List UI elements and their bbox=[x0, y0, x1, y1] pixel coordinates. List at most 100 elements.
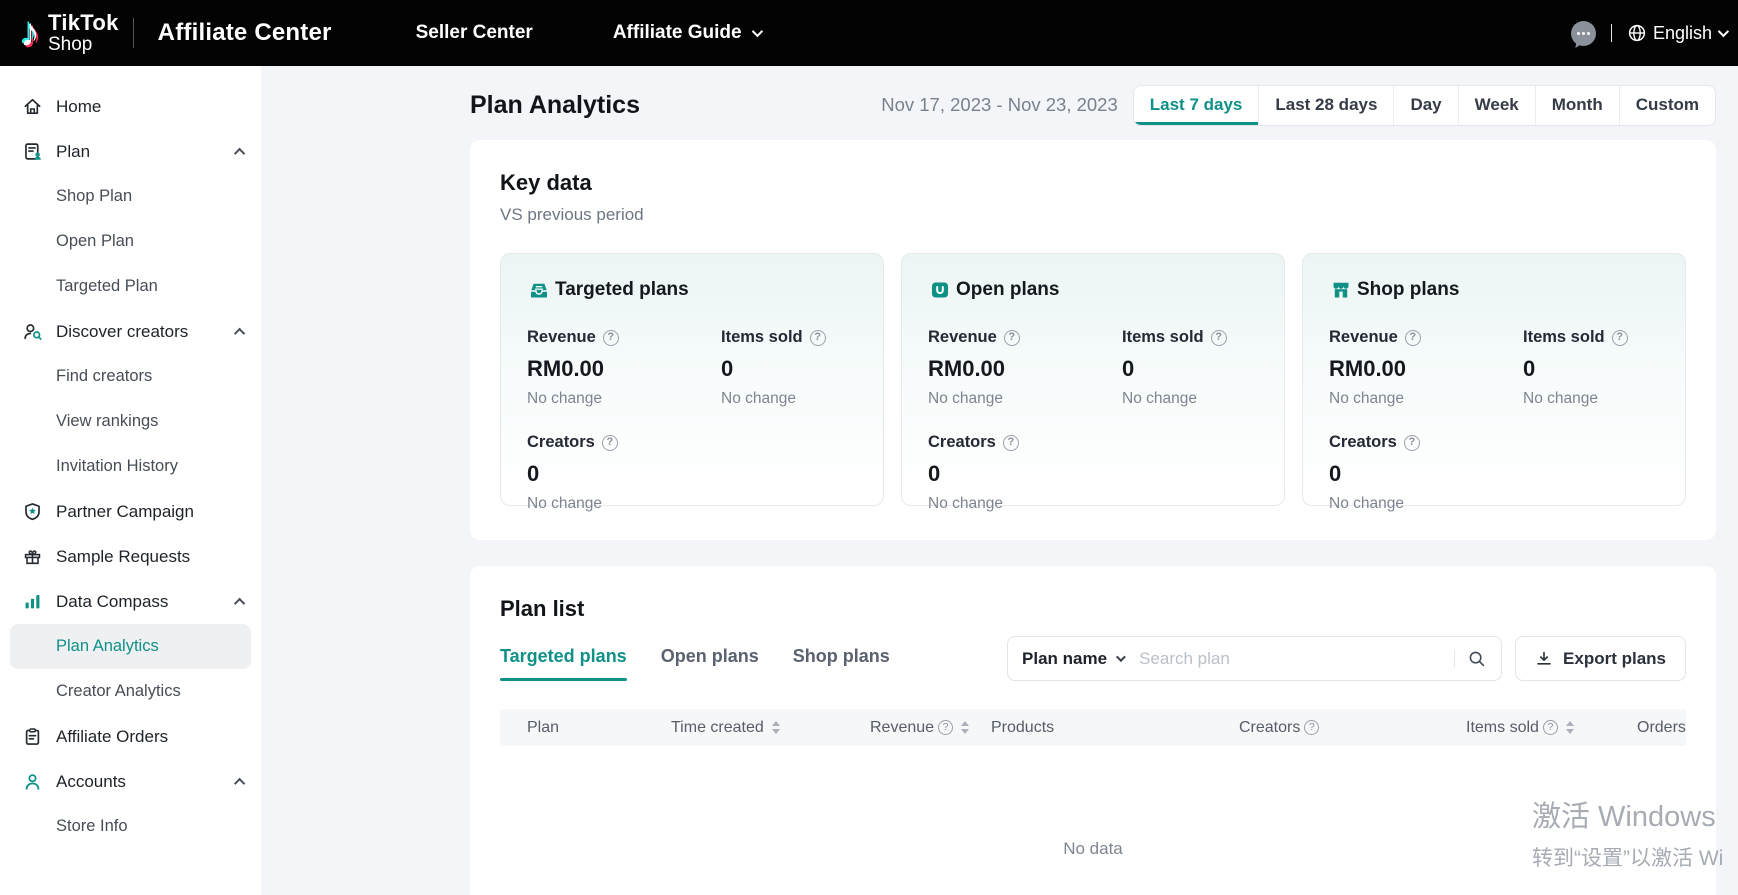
chevron-up-icon bbox=[234, 777, 245, 788]
sidebar-item-label: Accounts bbox=[56, 772, 126, 792]
nav-affiliate-guide-label: Affiliate Guide bbox=[613, 22, 742, 44]
date-range-text: Nov 17, 2023 - Nov 23, 2023 bbox=[881, 94, 1118, 116]
sidebar-item-data-compass[interactable]: Data Compass bbox=[0, 579, 261, 624]
data-compass-icon bbox=[22, 591, 43, 612]
sidebar-item-label: Sample Requests bbox=[56, 547, 190, 567]
sidebar-item-open-plan[interactable]: Open Plan bbox=[0, 219, 261, 264]
export-plans-button[interactable]: Export plans bbox=[1515, 636, 1686, 681]
chat-icon[interactable] bbox=[1571, 21, 1596, 46]
metric-change: No change bbox=[527, 495, 721, 513]
chevron-down-icon bbox=[1116, 652, 1126, 662]
metric-items-sold: Items sold 0 No change bbox=[1122, 328, 1258, 408]
metric-items-sold: Items sold 0 No change bbox=[721, 328, 857, 408]
chevron-up-icon bbox=[234, 597, 245, 608]
help-icon[interactable] bbox=[1404, 435, 1420, 451]
chevron-up-icon bbox=[234, 147, 245, 158]
main-area: Plan Analytics Nov 17, 2023 - Nov 23, 20… bbox=[261, 66, 1738, 895]
sidebar-item-affiliate-orders[interactable]: Affiliate Orders bbox=[0, 714, 261, 759]
sidebar-item-plan-analytics[interactable]: Plan Analytics bbox=[10, 624, 251, 669]
range-button-month[interactable]: Month bbox=[1535, 86, 1619, 125]
tab-targeted-plans[interactable]: Targeted plans bbox=[500, 646, 627, 681]
plan-table-header: Plan Time created Revenue Products Creat… bbox=[500, 709, 1686, 746]
sidebar-item-view-rankings[interactable]: View rankings bbox=[0, 399, 261, 444]
search-input[interactable] bbox=[1139, 649, 1442, 669]
plan-search-box: Plan name bbox=[1007, 636, 1502, 681]
sidebar-item-home[interactable]: Home bbox=[0, 84, 261, 129]
sort-icon[interactable] bbox=[961, 721, 969, 734]
chevron-down-icon bbox=[1718, 26, 1729, 37]
discover-creators-icon bbox=[22, 321, 43, 342]
column-plan: Plan bbox=[527, 719, 671, 737]
sidebar-item-accounts[interactable]: Accounts bbox=[0, 759, 261, 804]
card-title: Open plans bbox=[956, 279, 1059, 301]
logo-divider bbox=[133, 18, 134, 48]
help-icon[interactable] bbox=[1304, 720, 1319, 735]
shop-plans-icon bbox=[1329, 278, 1353, 302]
range-button-day[interactable]: Day bbox=[1393, 86, 1457, 125]
search-filter-dropdown[interactable]: Plan name bbox=[1022, 649, 1123, 669]
sidebar-item-targeted-plan[interactable]: Targeted Plan bbox=[0, 264, 261, 309]
help-icon[interactable] bbox=[1003, 435, 1019, 451]
sidebar-item-store-info[interactable]: Store Info bbox=[0, 804, 261, 849]
accounts-icon bbox=[22, 771, 43, 792]
help-icon[interactable] bbox=[810, 330, 826, 346]
help-icon[interactable] bbox=[1612, 330, 1628, 346]
nav-affiliate-guide[interactable]: Affiliate Guide bbox=[613, 22, 760, 44]
metric-value: 0 bbox=[1523, 356, 1659, 382]
sidebar-item-label: Partner Campaign bbox=[56, 502, 194, 522]
sidebar-item-creator-analytics[interactable]: Creator Analytics bbox=[0, 669, 261, 714]
help-icon[interactable] bbox=[1211, 330, 1227, 346]
no-data-text: No data bbox=[1063, 839, 1123, 859]
sidebar-item-invitation-history[interactable]: Invitation History bbox=[0, 444, 261, 489]
help-icon[interactable] bbox=[1004, 330, 1020, 346]
language-selector[interactable]: English bbox=[1627, 23, 1726, 44]
open-plans-icon bbox=[928, 278, 952, 302]
affiliate-orders-icon bbox=[22, 726, 43, 747]
shop-plans-card: Shop plans Revenue RM0.00 No change Item… bbox=[1302, 253, 1686, 506]
targeted-plans-card: Targeted plans Revenue RM0.00 No change … bbox=[500, 253, 884, 506]
sort-icon[interactable] bbox=[772, 721, 780, 734]
sidebar-item-sample-requests[interactable]: Sample Requests bbox=[0, 534, 261, 579]
metric-creators: Creators 0 No change bbox=[928, 433, 1122, 513]
sidebar-item-find-creators[interactable]: Find creators bbox=[0, 354, 261, 399]
home-icon bbox=[22, 96, 43, 117]
sample-requests-icon bbox=[22, 546, 43, 567]
sidebar-item-plan[interactable]: Plan bbox=[0, 129, 261, 174]
help-icon[interactable] bbox=[938, 720, 953, 735]
range-button-custom[interactable]: Custom bbox=[1619, 86, 1715, 125]
search-filter-label: Plan name bbox=[1022, 649, 1107, 669]
chevron-down-icon bbox=[751, 26, 762, 37]
metric-items-sold: Items sold 0 No change bbox=[1523, 328, 1659, 408]
range-button-last-7-days[interactable]: Last 7 days bbox=[1134, 86, 1259, 125]
help-icon[interactable] bbox=[603, 330, 619, 346]
metric-value: 0 bbox=[1329, 461, 1523, 487]
sidebar-item-partner-campaign[interactable]: Partner Campaign bbox=[0, 489, 261, 534]
tab-open-plans[interactable]: Open plans bbox=[661, 646, 759, 681]
column-revenue: Revenue bbox=[870, 719, 991, 737]
metric-value: RM0.00 bbox=[928, 356, 1122, 382]
plan-icon bbox=[22, 141, 43, 162]
tab-shop-plans[interactable]: Shop plans bbox=[793, 646, 890, 681]
download-icon bbox=[1535, 650, 1553, 668]
app-title: Affiliate Center bbox=[158, 19, 332, 47]
help-icon[interactable] bbox=[602, 435, 618, 451]
metric-change: No change bbox=[1122, 390, 1258, 408]
sort-icon[interactable] bbox=[1566, 721, 1574, 734]
metric-change: No change bbox=[1329, 390, 1523, 408]
help-icon[interactable] bbox=[1543, 720, 1558, 735]
nav-seller-center[interactable]: Seller Center bbox=[416, 22, 533, 44]
tiktok-shop-logo[interactable]: ♪ TikTok Shop bbox=[20, 12, 119, 54]
range-button-last-28-days[interactable]: Last 28 days bbox=[1258, 86, 1393, 125]
column-creators: Creators bbox=[1239, 719, 1466, 737]
sidebar-item-discover-creators[interactable]: Discover creators bbox=[0, 309, 261, 354]
targeted-plans-icon bbox=[527, 278, 551, 302]
search-icon[interactable] bbox=[1467, 649, 1487, 669]
column-products: Products bbox=[991, 719, 1239, 737]
chevron-up-icon bbox=[234, 327, 245, 338]
range-button-week[interactable]: Week bbox=[1458, 86, 1535, 125]
sidebar-item-label: Discover creators bbox=[56, 322, 188, 342]
plan-list-title: Plan list bbox=[500, 596, 1686, 622]
metric-change: No change bbox=[527, 390, 721, 408]
help-icon[interactable] bbox=[1405, 330, 1421, 346]
sidebar-item-shop-plan[interactable]: Shop Plan bbox=[0, 174, 261, 219]
